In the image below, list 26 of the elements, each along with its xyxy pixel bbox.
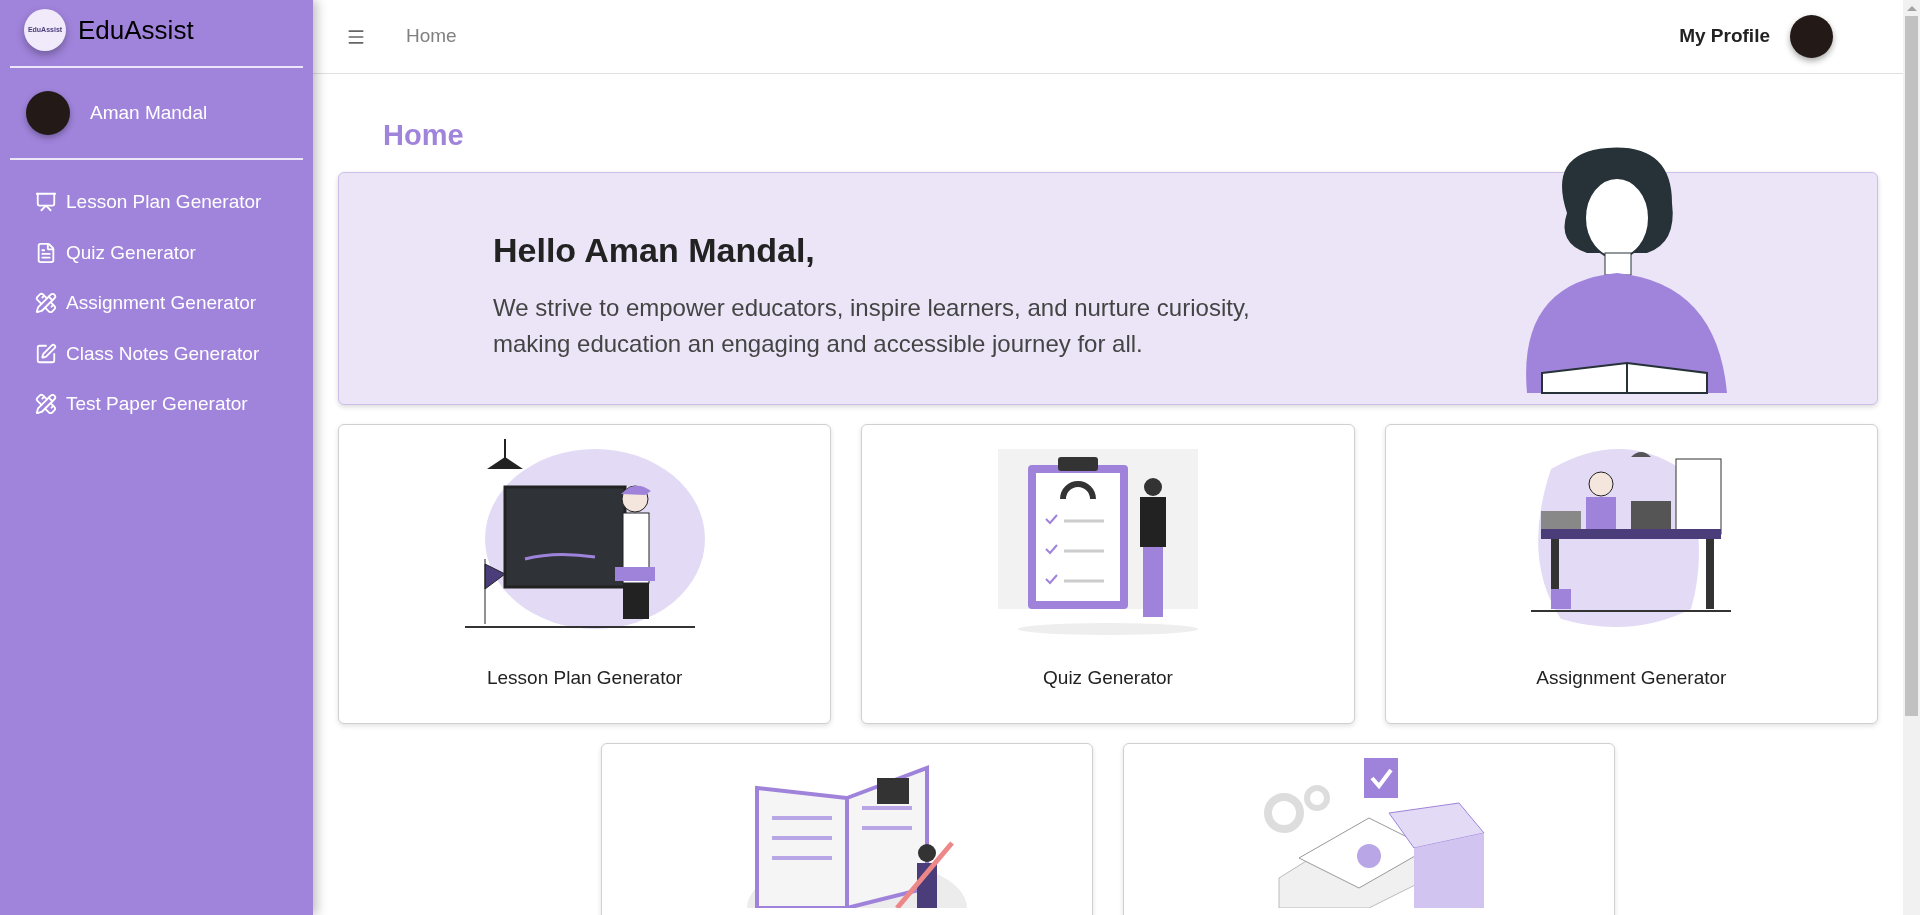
greeting: Hello Aman Mandal, — [493, 229, 816, 271]
card-title: Quiz Generator — [1043, 665, 1173, 690]
nav-item[interactable]: Class Notes Generator — [35, 339, 260, 368]
nav-item[interactable]: Assignment Generator — [35, 289, 257, 318]
scrollbar[interactable] — [1903, 0, 1920, 915]
card-title: Lesson Plan Generator — [486, 665, 683, 690]
profile-link[interactable]: My Profile — [1679, 22, 1770, 51]
nav-item[interactable]: Quiz Generator — [35, 238, 196, 267]
card-title: Assignment Generator — [1536, 665, 1727, 690]
drafting-tools-icon — [35, 393, 57, 416]
document-icon — [35, 241, 57, 264]
generator-card[interactable]: Assignment Generator — [1384, 423, 1878, 724]
generator-card[interactable]: Quiz Generator — [861, 423, 1355, 724]
nav-item[interactable]: Test Paper Generator — [35, 390, 248, 419]
breadcrumb-link[interactable]: Home — [406, 22, 457, 51]
brand-name: EduAssist — [78, 13, 194, 47]
avatar-placeholder — [26, 91, 70, 135]
drafting-tools-icon — [35, 292, 57, 315]
welcome-message: We strive to empower educators, inspire learners, and nurture curiosity, making education an engaging and accessible journey for all. — [493, 292, 1251, 359]
generator-card[interactable]: Lesson Plan Generator — [338, 423, 832, 724]
avatar-placeholder — [1790, 15, 1833, 58]
presenter-icon — [35, 191, 57, 214]
nav-item[interactable]: Lesson Plan Generator — [35, 188, 262, 217]
page-title: Home — [383, 118, 465, 153]
user-name: Aman Mandal — [90, 100, 208, 125]
edit-icon — [35, 342, 57, 365]
